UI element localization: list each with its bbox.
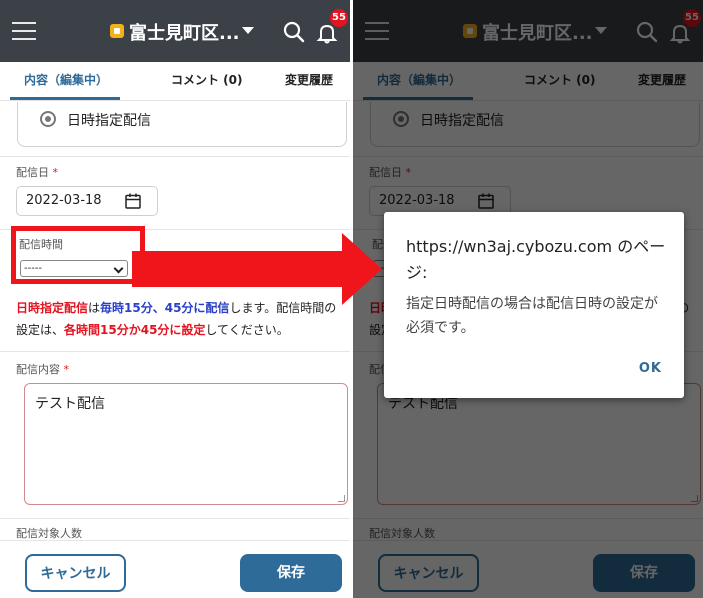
tab-comments[interactable]: コメント (0) [171,71,243,88]
dialog-message: 指定日時配信の場合は配信日時の設定が必須です。 [406,296,658,336]
red-arrow-icon [132,233,382,305]
divider [0,156,350,157]
content-label: 配信内容 * [16,363,70,376]
tab-content[interactable]: 内容（編集中） [24,71,108,88]
cancel-button[interactable]: キャンセル [25,554,126,592]
date-value: 2022-03-18 [26,193,102,208]
app-header: 富士見町区... 55 [0,0,350,62]
required-mark: * [63,363,70,376]
delivery-type-card: 日時指定配信 [17,102,347,147]
radio-label[interactable]: 日時指定配信 [67,110,151,130]
resize-handle[interactable] [338,495,345,502]
recipients-label: 配信対象人数 [16,527,82,540]
action-bar: キャンセル 保存 [0,540,350,598]
save-button[interactable]: 保存 [240,554,342,592]
active-tab-indicator [10,97,120,100]
divider [0,351,350,352]
date-label: 配信日 * [16,166,59,179]
highlight-box [11,226,145,284]
date-input[interactable]: 2022-03-18 [16,186,158,216]
app-title[interactable]: 富士見町区... [129,19,240,45]
radio-button[interactable] [40,111,56,127]
app-icon [110,24,124,38]
divider [0,518,350,519]
search-icon[interactable] [283,21,305,43]
content-value: テスト配信 [35,396,105,412]
alert-dialog: https://wn3aj.cybozu.com のページ: 指定日時配信の場合… [384,212,684,398]
calendar-icon[interactable] [124,192,142,210]
notification-badge: 55 [330,9,348,27]
tab-bar: 内容（編集中） コメント (0) 変更履歴 [0,62,350,101]
chevron-down-icon[interactable] [242,27,254,34]
dialog-title: https://wn3aj.cybozu.com のページ: [406,237,666,282]
content-textarea[interactable]: テスト配信 [24,383,348,505]
required-mark: * [52,166,59,179]
screen-after: 富士見町区... 55 内容（編集中） コメント (0) 変更履歴 日時指定配信… [353,0,703,598]
menu-icon[interactable] [12,22,36,40]
tab-history[interactable]: 変更履歴 [285,71,333,88]
ok-button[interactable]: OK [639,361,662,376]
